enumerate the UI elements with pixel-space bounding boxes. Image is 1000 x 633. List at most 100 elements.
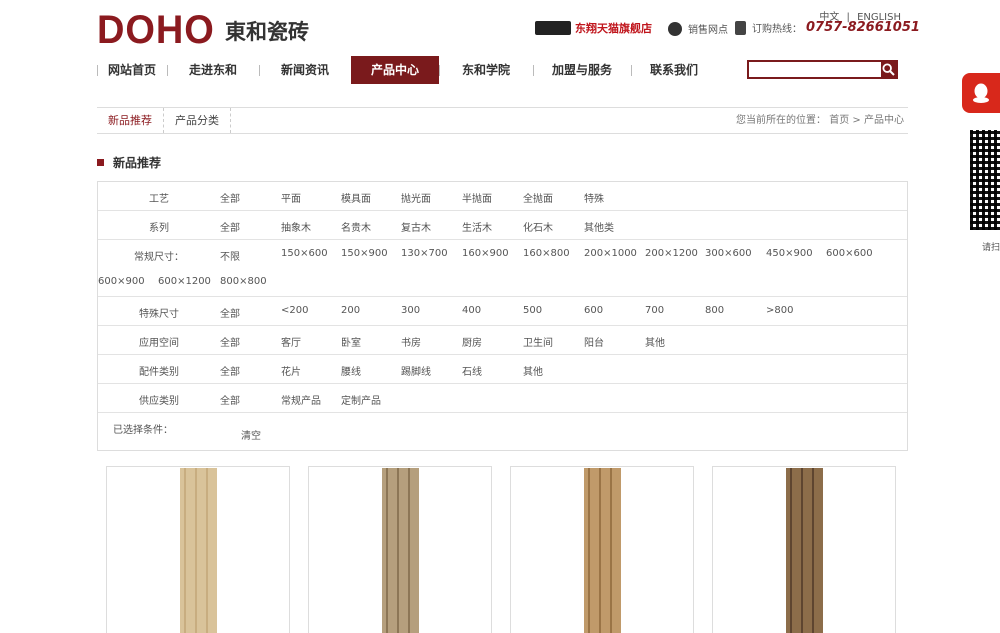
filter-option[interactable]: 定制产品 [341,392,381,407]
filter-option[interactable]: 200×1000 [584,248,637,259]
filter-option[interactable]: 500 [523,305,542,316]
search-input[interactable] [749,62,881,77]
filter-option[interactable]: 特殊 [584,190,604,205]
filter-option[interactable]: 踢脚线 [401,363,431,378]
nav-item-3[interactable]: 产品中心 [351,56,439,84]
filter-option[interactable]: 化石木 [523,219,553,234]
filter-label: 特殊尺寸 [139,309,179,320]
filter-option[interactable]: 平面 [281,190,301,205]
filter-row-series: 系列 全部 抽象木 名贵木 复古木 生活木 化石木 其他类 [98,211,907,240]
filter-label: 工艺 [149,194,169,205]
tab-product-category[interactable]: 产品分类 [164,108,231,133]
filter-option[interactable]: 全部 [220,363,240,378]
filter-option[interactable]: 其他 [523,363,543,378]
nav-item-4[interactable]: 东和学院 [439,56,533,84]
filter-option[interactable]: 150×600 [281,248,328,259]
filter-option[interactable]: 200×1200 [645,248,698,259]
product-list [106,466,896,633]
filter-option[interactable]: 半抛面 [462,190,492,205]
filter-option[interactable]: 客厅 [281,334,301,349]
filter-option[interactable]: 卧室 [341,334,361,349]
qr-code [970,130,1000,230]
product-card[interactable] [106,466,290,633]
filter-option[interactable]: 450×900 [766,248,813,259]
filter-option[interactable]: 生活木 [462,219,492,234]
logo[interactable]: DOHO 東和瓷砖 [97,8,309,53]
product-card[interactable] [712,466,896,633]
section-title-text: 新品推荐 [113,156,162,170]
filter-option[interactable]: 其他类 [584,219,614,234]
filter-option[interactable]: 300 [401,305,420,316]
filter-option[interactable]: 600×600 [826,248,873,259]
filter-option[interactable]: >800 [766,305,793,316]
filter-option[interactable]: 全部 [220,305,240,320]
product-image [382,468,419,633]
filter-option[interactable]: 模具面 [341,190,371,205]
filter-option[interactable]: 抽象木 [281,219,311,234]
filter-row-size: 常规尺寸： 不限 150×600 150×900 130×700 160×900 160×8… [98,240,907,297]
filter-option[interactable]: 阳台 [584,334,604,349]
clear-filters-link[interactable]: 清空 [241,427,261,442]
search-button[interactable] [881,62,896,77]
hotline-number: 0757-82661051 [806,20,920,35]
filter-option[interactable]: 800×800 [220,276,267,287]
filter-option[interactable]: 石线 [462,363,482,378]
filter-option[interactable]: 200 [341,305,360,316]
filter-option[interactable]: 全部 [220,219,240,234]
tab-new-products[interactable]: 新品推荐 [97,108,164,133]
filter-option[interactable]: 全抛面 [523,190,553,205]
page: DOHO 東和瓷砖 中文 | ENGLISH 东翔天猫旗舰店 销售网点 订购热线… [0,0,1000,633]
filter-option[interactable]: 400 [462,305,481,316]
tmall-store-link[interactable]: 东翔天猫旗舰店 [535,20,652,36]
phone-icon [735,20,746,35]
filter-option[interactable]: 300×600 [705,248,752,259]
filter-option[interactable]: 130×700 [401,248,448,259]
nav-item-1[interactable]: 走进东和 [167,56,259,84]
filter-option[interactable]: 厨房 [462,334,482,349]
filter-option[interactable]: 其他 [645,334,665,349]
nav-item-0[interactable]: 网站首页 [97,56,167,84]
product-image [584,468,621,633]
search-icon [882,63,895,76]
filter-option[interactable]: 150×900 [341,248,388,259]
filter-option[interactable]: 花片 [281,363,301,378]
product-image [180,468,217,633]
section-marker [97,159,104,166]
filter-row-parts: 配件类别 全部 花片 腰线 踢脚线 石线 其他 [98,355,907,384]
filter-option[interactable]: 名贵木 [341,219,371,234]
nav-item-5[interactable]: 加盟与服务 [533,56,631,84]
filter-option[interactable]: 700 [645,305,664,316]
filter-option[interactable]: 腰线 [341,363,361,378]
filter-option[interactable]: 160×900 [462,248,509,259]
product-card[interactable] [308,466,492,633]
filter-option[interactable]: 卫生间 [523,334,553,349]
sales-network-link[interactable]: 销售网点 [668,21,728,36]
filter-option[interactable]: <200 [281,305,308,316]
qq-button[interactable] [962,73,1000,113]
filter-option[interactable]: 600×900 [98,276,145,287]
filter-option[interactable]: 全部 [220,392,240,407]
filter-option[interactable]: 不限 [220,248,240,263]
filter-row-craft: 工艺 全部 平面 模具面 抛光面 半抛面 全抛面 特殊 [98,182,907,211]
filter-label: 常规尺寸： [134,252,184,263]
filter-option[interactable]: 600×1200 [158,276,211,287]
filter-option[interactable]: 全部 [220,334,240,349]
breadcrumb-home[interactable]: 首页 [829,115,849,126]
breadcrumb: 您当前所在的位置： 首页 > 产品中心 [736,108,904,133]
filter-option[interactable]: 800 [705,305,724,316]
filter-option[interactable]: 常规产品 [281,392,321,407]
product-image [786,468,823,633]
nav-item-2[interactable]: 新闻资讯 [259,56,351,84]
filter-option[interactable]: 600 [584,305,603,316]
product-card[interactable] [510,466,694,633]
nav-item-6[interactable]: 联系我们 [631,56,717,84]
filter-label: 供应类别 [139,396,179,407]
filter-label: 应用空间 [139,338,179,349]
logo-text: DOHO [97,8,215,52]
filter-option[interactable]: 160×800 [523,248,570,259]
filter-option[interactable]: 复古木 [401,219,431,234]
filter-option[interactable]: 书房 [401,334,421,349]
filter-option[interactable]: 抛光面 [401,190,431,205]
filter-option[interactable]: 全部 [220,190,240,205]
filter-label: 配件类别 [139,367,179,378]
